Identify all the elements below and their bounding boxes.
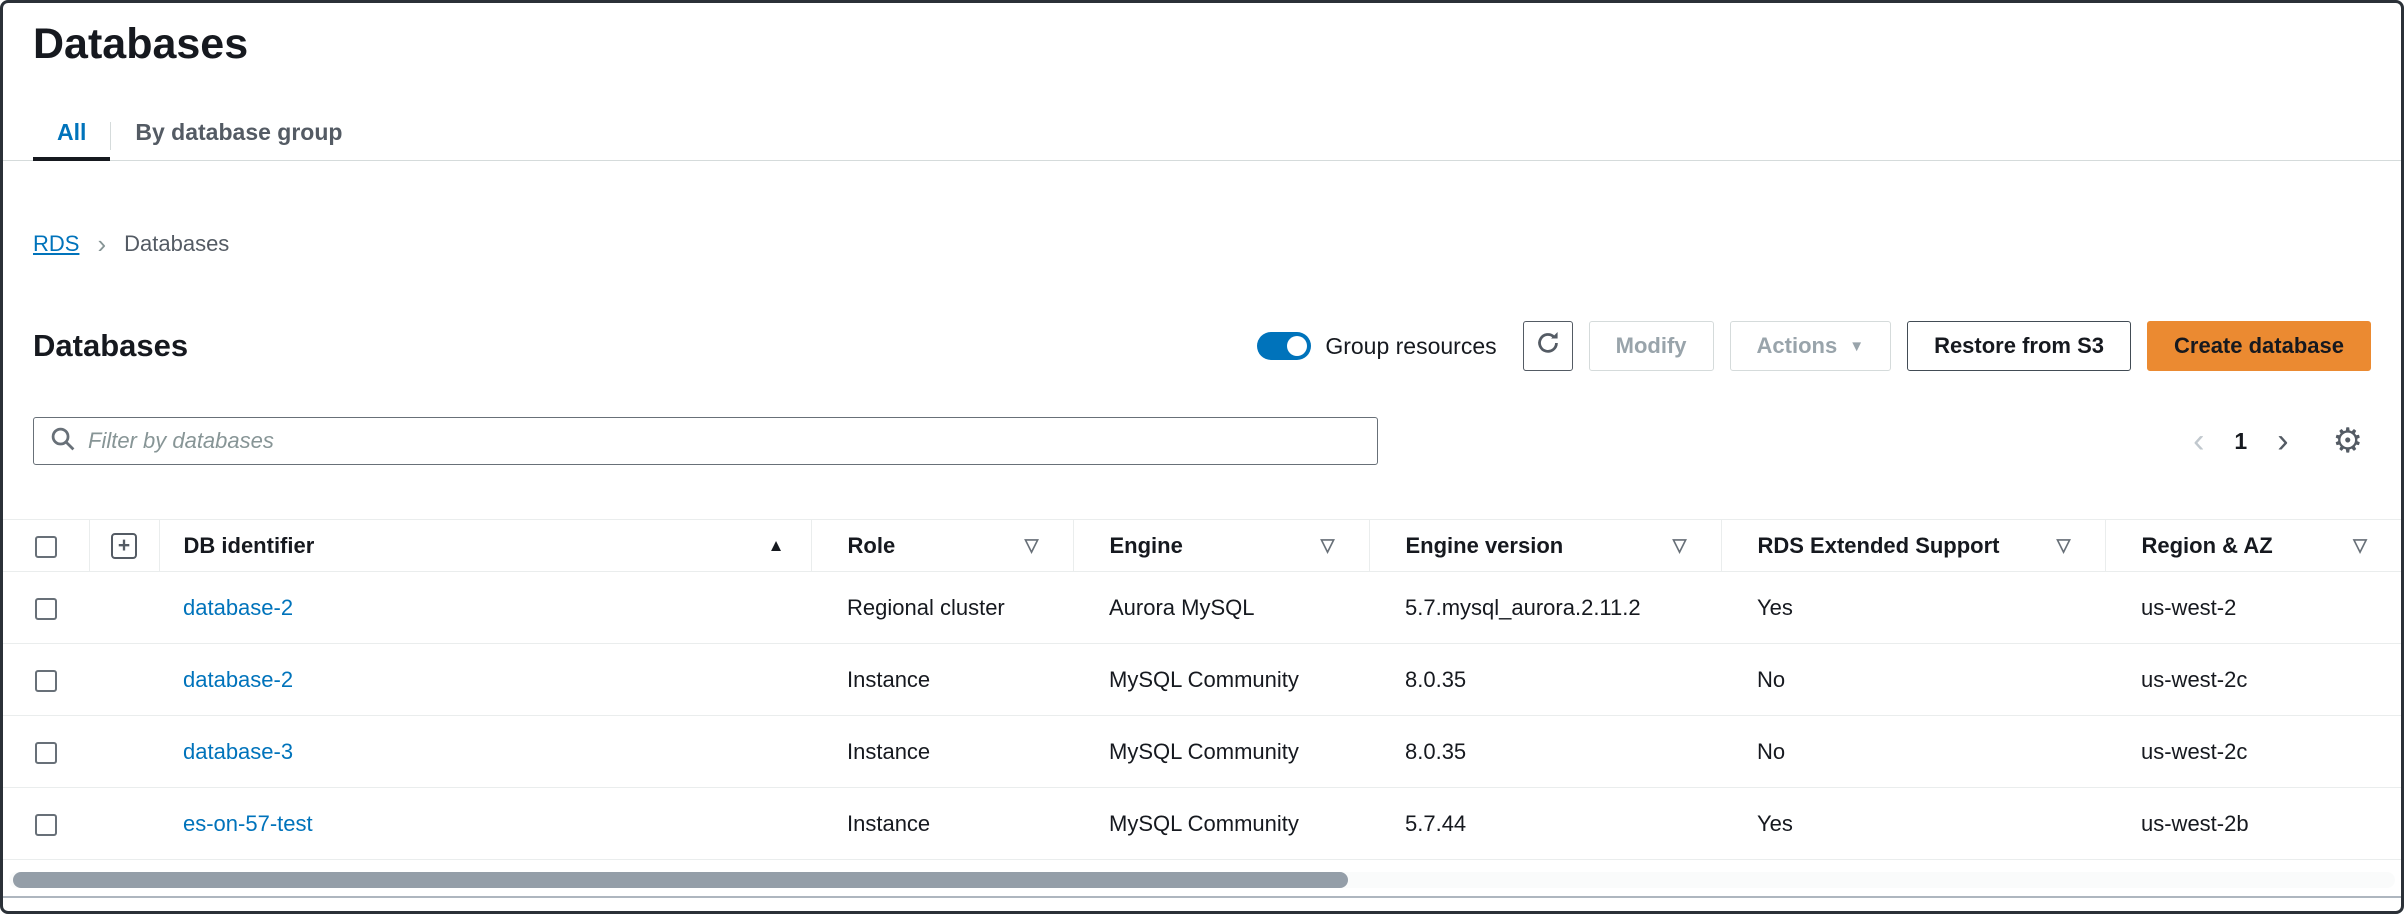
column-header-engine[interactable]: Engine ▽: [1073, 520, 1369, 572]
filter-dropdown-icon[interactable]: ▽: [1321, 535, 1335, 556]
sort-ascending-icon[interactable]: ▲: [768, 536, 785, 556]
create-database-button[interactable]: Create database: [2147, 321, 2371, 371]
row-checkbox[interactable]: [35, 814, 57, 836]
group-resources-toggle-group: Group resources: [1257, 332, 1496, 360]
column-label: RDS Extended Support: [1758, 533, 2000, 559]
region-az-cell: us-west-2c: [2105, 716, 2401, 788]
group-resources-label: Group resources: [1325, 333, 1496, 360]
row-checkbox[interactable]: [35, 742, 57, 764]
expand-cell: [89, 572, 159, 644]
previous-page-icon[interactable]: ‹: [2193, 426, 2204, 456]
filter-databases-input[interactable]: [88, 428, 1361, 454]
panel-controls: Group resources Modify Actions ▼ Restore…: [1257, 321, 2371, 371]
breadcrumb-link-rds[interactable]: RDS: [33, 231, 79, 257]
engine-version-cell: 5.7.44: [1369, 788, 1721, 860]
rds-extended-support-cell: No: [1721, 716, 2105, 788]
engine-cell: Aurora MySQL: [1073, 572, 1369, 644]
engine-cell: MySQL Community: [1073, 788, 1369, 860]
settings-gear-icon[interactable]: ⚙: [2333, 424, 2363, 458]
breadcrumb: RDS › Databases: [33, 231, 2401, 257]
engine-cell: MySQL Community: [1073, 716, 1369, 788]
engine-version-cell: 8.0.35: [1369, 644, 1721, 716]
pagination: ‹ 1 ›: [2193, 426, 2288, 456]
row-checkbox[interactable]: [35, 598, 57, 620]
db-identifier-link[interactable]: database-2: [183, 595, 293, 620]
column-header-region-az[interactable]: Region & AZ ▽: [2105, 520, 2401, 572]
modify-button[interactable]: Modify: [1589, 321, 1714, 371]
column-label: Region & AZ: [2142, 533, 2273, 559]
refresh-icon: [1535, 330, 1561, 362]
filter-search-box: [33, 417, 1378, 465]
db-identifier-link[interactable]: es-on-57-test: [183, 811, 313, 836]
table-header-row: + DB identifier ▲ Role ▽ Engine: [3, 520, 2401, 572]
expand-cell: [89, 644, 159, 716]
column-label: Engine version: [1406, 533, 1564, 559]
panel-header: Databases Group resources Modify Actions: [33, 321, 2371, 371]
column-header-db-identifier[interactable]: DB identifier ▲: [159, 520, 811, 572]
expand-all-icon[interactable]: +: [111, 533, 137, 559]
column-header-role[interactable]: Role ▽: [811, 520, 1073, 572]
panel-title: Databases: [33, 328, 188, 364]
toggle-knob: [1287, 336, 1307, 356]
caret-down-icon: ▼: [1849, 338, 1864, 355]
db-identifier-link[interactable]: database-2: [183, 667, 293, 692]
row-checkbox[interactable]: [35, 670, 57, 692]
role-cell: Instance: [811, 716, 1073, 788]
current-page-number[interactable]: 1: [2234, 428, 2247, 455]
table-tools: ‹ 1 › ⚙: [2193, 424, 2363, 458]
db-identifier-link[interactable]: database-3: [183, 739, 293, 764]
table-row: database-2 Instance MySQL Community 8.0.…: [3, 644, 2401, 716]
column-label: Role: [848, 533, 896, 559]
region-az-cell: us-west-2b: [2105, 788, 2401, 860]
filter-row: ‹ 1 › ⚙: [33, 417, 2371, 465]
page-title: Databases: [33, 19, 2401, 69]
filter-dropdown-icon[interactable]: ▽: [2353, 535, 2367, 556]
actions-button[interactable]: Actions ▼: [1730, 321, 1892, 371]
engine-version-cell: 8.0.35: [1369, 716, 1721, 788]
tab-all[interactable]: All: [33, 119, 110, 161]
region-az-cell: us-west-2: [2105, 572, 2401, 644]
horizontal-scrollbar-track[interactable]: [9, 872, 2395, 888]
column-label: Engine: [1110, 533, 1183, 559]
engine-cell: MySQL Community: [1073, 644, 1369, 716]
table-row: database-2 Regional cluster Aurora MySQL…: [3, 572, 2401, 644]
header-select-all-cell: [3, 520, 89, 572]
expand-cell: [89, 788, 159, 860]
breadcrumb-current: Databases: [124, 231, 229, 257]
horizontal-scrollbar-thumb[interactable]: [13, 872, 1348, 888]
tab-by-database-group[interactable]: By database group: [111, 119, 366, 160]
databases-table: + DB identifier ▲ Role ▽ Engine: [3, 519, 2401, 860]
region-az-cell: us-west-2c: [2105, 644, 2401, 716]
column-header-rds-extended-support[interactable]: RDS Extended Support ▽: [1721, 520, 2105, 572]
restore-from-s3-button[interactable]: Restore from S3: [1907, 321, 2131, 371]
filter-dropdown-icon[interactable]: ▽: [1025, 535, 1039, 556]
column-header-engine-version[interactable]: Engine version ▽: [1369, 520, 1721, 572]
role-cell: Instance: [811, 788, 1073, 860]
tab-bar: All By database group: [3, 109, 2401, 161]
expand-cell: [89, 716, 159, 788]
column-label: DB identifier: [184, 533, 315, 559]
actions-button-label: Actions: [1757, 333, 1838, 359]
rds-extended-support-cell: Yes: [1721, 572, 2105, 644]
filter-dropdown-icon[interactable]: ▽: [1673, 535, 1687, 556]
filter-dropdown-icon[interactable]: ▽: [2057, 535, 2071, 556]
table-row: es-on-57-test Instance MySQL Community 5…: [3, 788, 2401, 860]
rds-extended-support-cell: Yes: [1721, 788, 2105, 860]
breadcrumb-separator-icon: ›: [97, 233, 106, 255]
search-icon: [50, 426, 76, 457]
role-cell: Regional cluster: [811, 572, 1073, 644]
header-expand-cell: +: [89, 520, 159, 572]
next-page-icon[interactable]: ›: [2277, 426, 2288, 456]
select-all-checkbox[interactable]: [35, 536, 57, 558]
rds-console-window: Databases All By database group RDS › Da…: [0, 0, 2404, 914]
panel-bottom-border: [3, 896, 2401, 898]
table-row: database-3 Instance MySQL Community 8.0.…: [3, 716, 2401, 788]
rds-extended-support-cell: No: [1721, 644, 2105, 716]
role-cell: Instance: [811, 644, 1073, 716]
engine-version-cell: 5.7.mysql_aurora.2.11.2: [1369, 572, 1721, 644]
group-resources-toggle[interactable]: [1257, 332, 1311, 360]
refresh-button[interactable]: [1523, 321, 1573, 371]
